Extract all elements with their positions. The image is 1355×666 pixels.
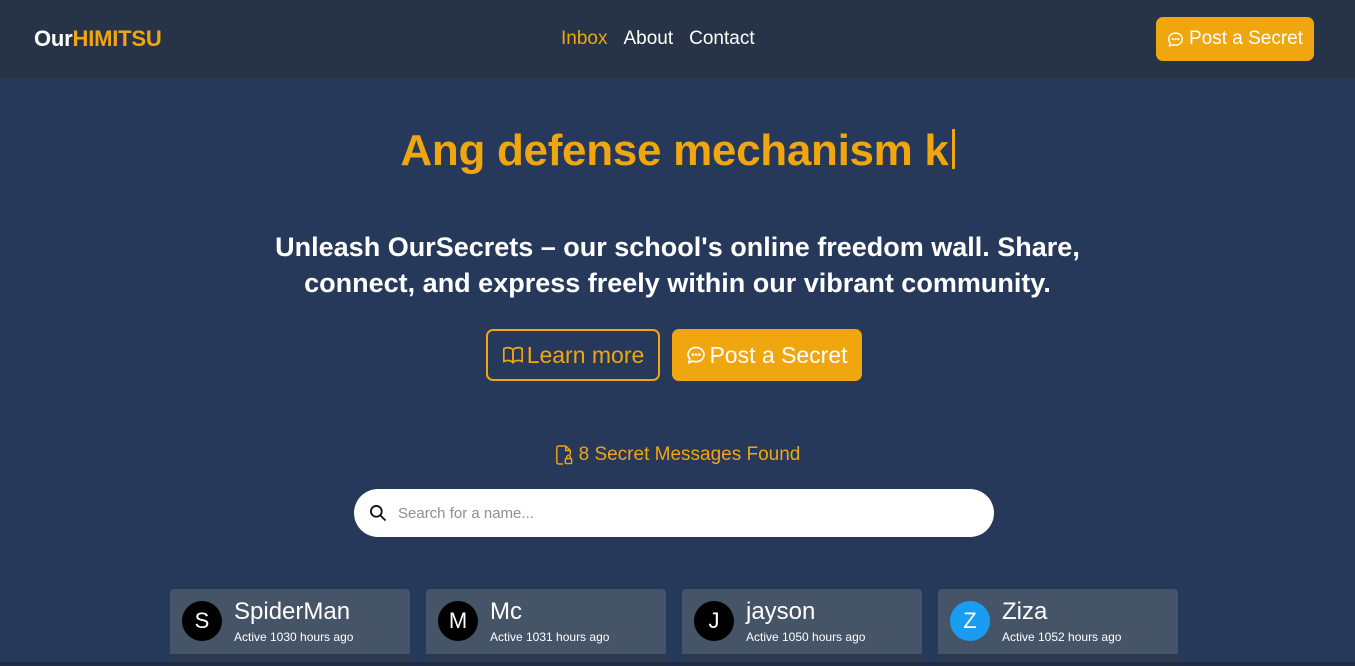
hero-title-text: Ang defense mechanism k [400,126,949,175]
avatar: J [694,601,734,641]
card-status: Active 1031 hours ago [490,630,610,644]
secret-card[interactable]: S SpiderMan Active 1030 hours ago [170,589,410,666]
card-name: Ziza [1002,598,1048,625]
nav-link-about[interactable]: About [623,28,673,50]
messages-count-text: 8 Secret Messages Found [578,444,801,465]
nav-links: Inbox About Contact [561,28,755,50]
avatar: M [438,601,478,641]
card-status: Active 1030 hours ago [234,630,354,644]
typing-cursor [951,129,955,169]
secret-card[interactable]: J jayson Active 1050 hours ago [682,589,922,666]
hero-subtitle: Unleash OurSecrets – our school's online… [240,229,1115,301]
nav-link-contact[interactable]: Contact [689,28,754,50]
messages-count: 8 Secret Messages Found [0,444,1355,466]
search-icon [370,505,387,522]
card-name: Mc [490,598,522,625]
card-name: SpiderMan [234,598,351,625]
avatar: Z [950,601,990,641]
logo[interactable]: OurHIMITSU [34,26,162,52]
chat-bubble-icon [687,346,706,364]
hero-subtitle-line2: connect, and express freely within our v… [304,268,1051,298]
chat-bubble-icon [1168,31,1183,47]
card-name: jayson [746,598,816,625]
post-secret-hero-label: Post a Secret [709,341,848,368]
card-status: Active 1050 hours ago [746,630,866,644]
hero-subtitle-line1: Unleash OurSecrets – our school's online… [275,232,1080,262]
secret-card[interactable]: M Mc Active 1031 hours ago [426,589,666,666]
learn-more-label: Learn more [526,341,645,368]
avatar: S [182,601,222,641]
book-icon [502,346,523,364]
logo-text-our: Our [34,26,73,51]
logo-text-himitsu: HIMITSU [72,26,162,51]
bottom-divider [0,662,1355,666]
document-lock-icon [555,445,572,465]
search-bar [354,489,994,537]
navbar: OurHIMITSU Inbox About Contact Post a Se… [0,0,1355,78]
post-secret-nav-button[interactable]: Post a Secret [1156,17,1314,61]
hero-title: Ang defense mechanism k [0,126,1355,176]
search-input[interactable] [398,504,958,522]
learn-more-button[interactable]: Learn more [486,329,660,381]
card-status: Active 1052 hours ago [1002,630,1122,644]
post-secret-nav-label: Post a Secret [1188,28,1304,49]
secret-card[interactable]: Z Ziza Active 1052 hours ago [938,589,1178,666]
nav-link-inbox[interactable]: Inbox [561,28,607,50]
post-secret-hero-button[interactable]: Post a Secret [672,329,862,381]
